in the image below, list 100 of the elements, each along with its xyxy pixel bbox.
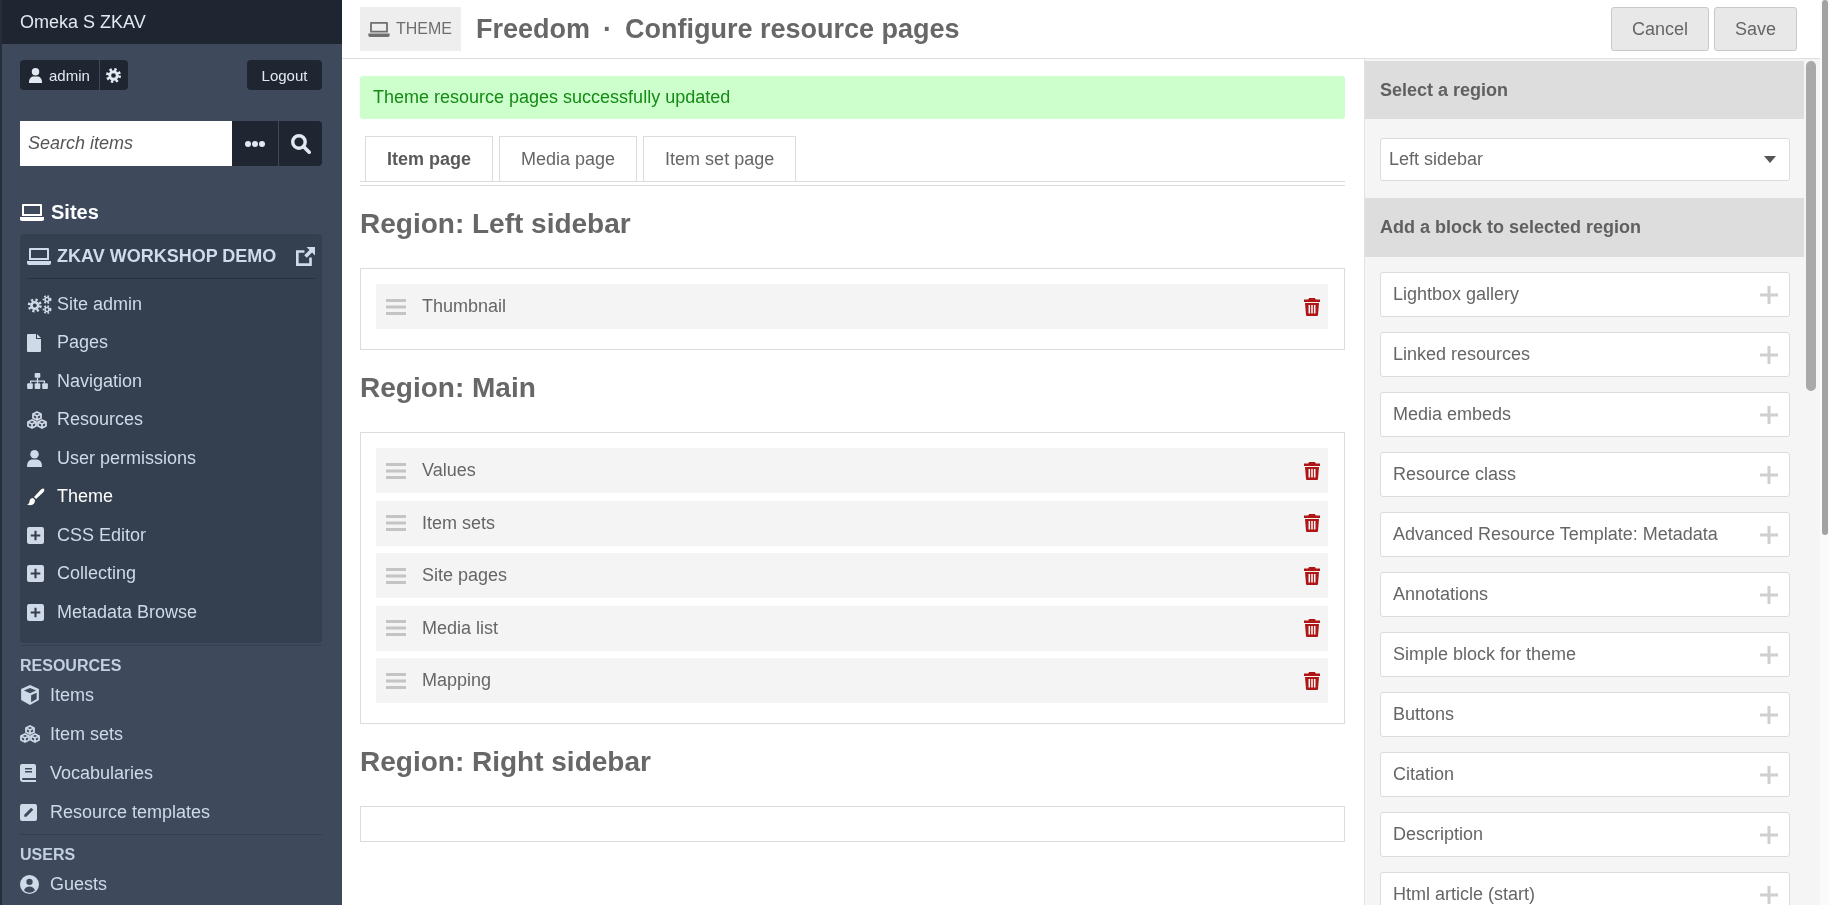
section-heading: RESOURCES (20, 655, 122, 676)
region-select[interactable]: Left sidebar (1380, 138, 1790, 181)
section-heading: Sites (51, 200, 99, 224)
user-icon (27, 449, 42, 467)
block-label: Values (422, 460, 477, 481)
cubes-icon (20, 725, 40, 743)
block-label: Item sets (422, 512, 497, 534)
nav-item[interactable]: Items (20, 675, 94, 715)
cubes-icon (27, 410, 47, 429)
plus-icon (1760, 765, 1778, 784)
section-heading: USERS (20, 844, 76, 865)
nav-item[interactable]: Navigation (27, 362, 143, 401)
trash-icon (1304, 514, 1320, 532)
add-block-button[interactable]: Lightbox gallery (1380, 272, 1790, 317)
add-block-button[interactable]: Citation (1380, 752, 1790, 797)
nav-item[interactable]: Vocabularies (20, 753, 154, 793)
add-block-button[interactable]: Linked resources (1380, 332, 1790, 377)
cancel-button[interactable]: Cancel (1610, 7, 1709, 51)
caret-icon (1764, 156, 1776, 163)
save-button[interactable]: Save (1713, 7, 1797, 51)
plus-icon (1760, 465, 1778, 484)
block-label: Thumbnail (422, 296, 508, 317)
add-block-button[interactable]: Html article (start) (1380, 872, 1790, 905)
delete-button[interactable] (1304, 671, 1320, 690)
add-block-button[interactable]: Resource class (1380, 452, 1790, 497)
delete-button[interactable] (1304, 297, 1320, 316)
gears-icon (27, 294, 52, 314)
book-icon (20, 764, 36, 782)
scrollbar-thumb[interactable] (1822, 0, 1828, 535)
drag-handle-icon[interactable] (386, 672, 406, 689)
scrollbar-thumb[interactable] (1806, 61, 1816, 391)
trash-icon (1304, 297, 1320, 316)
nav-item[interactable]: Metadata Browse (27, 593, 198, 632)
trash-icon (1304, 619, 1320, 637)
nav-item[interactable]: Collecting (27, 554, 137, 593)
plus-icon (1760, 825, 1778, 844)
drag-handle-icon[interactable] (386, 620, 406, 636)
external-link-icon[interactable] (296, 246, 315, 266)
drag-handle-icon[interactable] (386, 462, 406, 479)
panel-heading: Add a block to selected region (1365, 198, 1804, 257)
add-block-button[interactable]: Simple block for theme (1380, 632, 1790, 677)
drag-handle-icon[interactable] (386, 515, 406, 531)
add-block-button[interactable]: Media embeds (1380, 392, 1790, 437)
delete-button[interactable] (1304, 619, 1320, 637)
section-label: THEME (396, 20, 452, 38)
laptop-icon (368, 21, 390, 37)
more-options-button[interactable] (232, 121, 278, 166)
plus-icon (1760, 345, 1778, 364)
plus-icon (1760, 885, 1778, 904)
drag-handle-icon[interactable] (386, 567, 406, 584)
user-icon (29, 67, 42, 83)
block-label: Site pages (422, 565, 509, 586)
region-heading: Region: Left sidebar (360, 207, 631, 241)
sitemap-icon (27, 373, 48, 390)
nav-item[interactable]: Item sets (20, 714, 124, 754)
plus-icon (1760, 285, 1778, 304)
delete-button[interactable] (1304, 566, 1320, 585)
nav-item[interactable]: Theme (27, 477, 114, 516)
page-subtitle: Configure resource pages (625, 13, 960, 45)
add-block-button[interactable]: Advanced Resource Template: Metadata (1380, 512, 1790, 557)
delete-button[interactable] (1304, 461, 1320, 480)
gear-icon (106, 67, 122, 83)
block-label: Mapping (422, 670, 493, 691)
region-heading: Region: Right sidebar (360, 745, 651, 779)
ellipsis-icon (245, 140, 265, 147)
plus-icon (1760, 585, 1778, 604)
drag-handle-icon[interactable] (386, 298, 406, 315)
cube-icon (20, 685, 40, 705)
plus-icon (1760, 405, 1778, 424)
brand-title: Omeka S ZKAV (20, 11, 146, 33)
nav-item[interactable]: Resource templates (20, 792, 211, 832)
search-icon (290, 133, 311, 154)
trash-icon (1304, 671, 1320, 690)
search-button[interactable] (278, 121, 322, 166)
add-block-button[interactable]: Description (1380, 812, 1790, 857)
tab[interactable]: Media page (499, 136, 638, 181)
settings-button[interactable] (98, 60, 128, 90)
search-field[interactable]: Search items (20, 121, 232, 166)
nav-item[interactable]: Pages (27, 323, 109, 362)
nav-item[interactable]: Guests (20, 864, 108, 904)
nav-item[interactable]: Resources (27, 400, 144, 439)
tab[interactable]: Item page (365, 136, 494, 181)
add-block-button[interactable]: Buttons (1380, 692, 1790, 737)
title-separator: · (603, 13, 613, 45)
nav-item[interactable]: User permissions (27, 439, 197, 478)
tab[interactable]: Item set page (643, 136, 797, 181)
plus-icon (1760, 705, 1778, 724)
paintbrush-icon (27, 488, 45, 506)
site-link[interactable]: ZKAV WORKSHOP DEMO (27, 245, 277, 267)
logout-button[interactable]: Logout (247, 60, 322, 90)
add-block-button[interactable]: Annotations (1380, 572, 1790, 617)
plus-icon (1760, 525, 1778, 544)
user-button[interactable]: admin (20, 60, 99, 90)
nav-item[interactable]: Site admin (27, 285, 143, 324)
delete-button[interactable] (1304, 514, 1320, 532)
page-icon (27, 333, 41, 352)
trash-icon (1304, 566, 1320, 585)
laptop-icon (27, 247, 51, 265)
nav-item[interactable]: CSS Editor (27, 516, 147, 555)
plus-icon (1760, 645, 1778, 664)
